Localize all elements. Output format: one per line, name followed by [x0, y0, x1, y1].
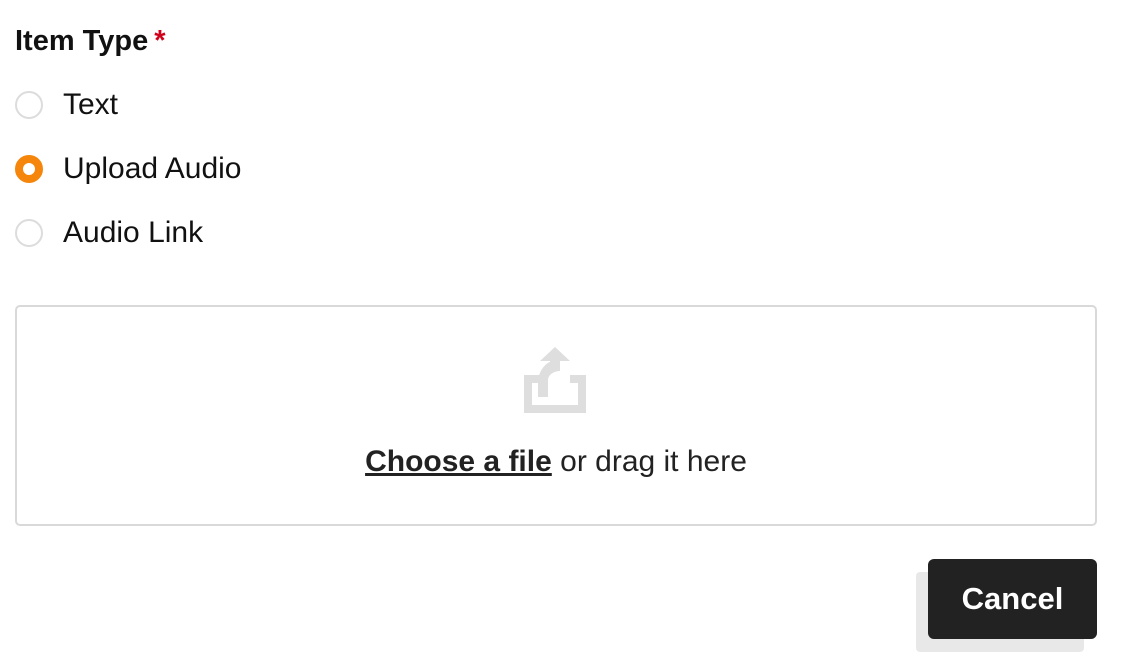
radio-button-unselected-icon[interactable]: [15, 91, 43, 119]
cancel-button[interactable]: Cancel: [928, 559, 1097, 639]
item-type-form: Item Type * Text Upload Audio Audio Link …: [0, 0, 1121, 661]
radio-button-selected-icon[interactable]: [15, 155, 43, 183]
dropzone-instructions: Choose a file or drag it here: [17, 444, 1095, 480]
item-type-label-text: Item Type: [15, 25, 149, 57]
file-dropzone[interactable]: Choose a file or drag it here: [15, 305, 1097, 526]
drag-here-text: or drag it here: [551, 445, 747, 478]
radio-option-audio-link[interactable]: Audio Link: [15, 216, 203, 250]
radio-label-upload-audio: Upload Audio: [63, 152, 242, 185]
choose-file-link[interactable]: Choose a file: [365, 445, 552, 478]
radio-option-upload-audio[interactable]: Upload Audio: [15, 152, 241, 186]
upload-icon: [524, 347, 586, 413]
radio-button-unselected-icon[interactable]: [15, 219, 43, 247]
radio-label-audio-link: Audio Link: [63, 216, 204, 249]
radio-label-text: Text: [63, 88, 119, 121]
radio-option-text[interactable]: Text: [15, 88, 118, 122]
item-type-label: Item Type *: [15, 24, 166, 58]
required-asterisk: *: [154, 25, 166, 57]
